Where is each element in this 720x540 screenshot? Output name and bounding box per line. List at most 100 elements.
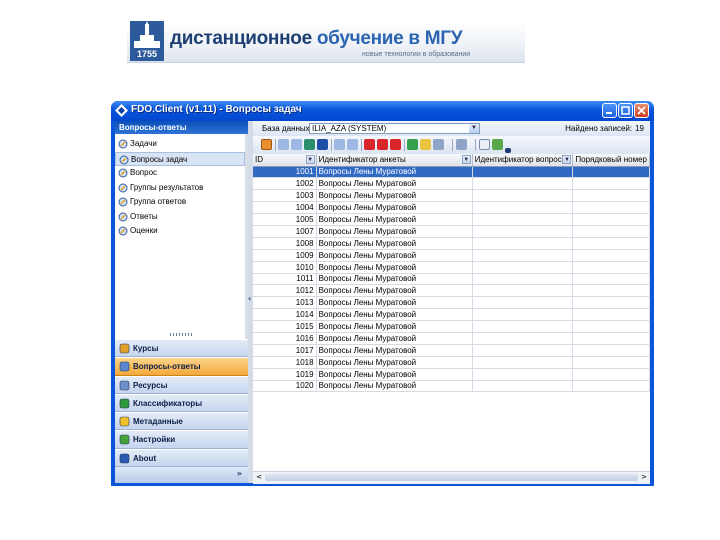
cell-question-id[interactable]: [472, 189, 574, 203]
scroll-thumb[interactable]: [265, 474, 638, 481]
cell-id[interactable]: 1005: [253, 213, 317, 226]
toolbar-overflow-icon[interactable]: [505, 148, 511, 153]
cell-survey-id[interactable]: Вопросы Лены Муратовой: [316, 189, 473, 203]
cell-id[interactable]: 1011: [253, 273, 317, 286]
cell-id[interactable]: 1020: [253, 380, 317, 393]
table-row[interactable]: 1014 Вопросы Лены Муратовой: [253, 308, 650, 322]
table-row[interactable]: 1004 Вопросы Лены Муратовой: [253, 201, 650, 215]
chevron-right-icon[interactable]: »: [237, 469, 242, 478]
delete-record-icon[interactable]: [390, 139, 401, 150]
cell-id[interactable]: 1019: [253, 368, 317, 381]
nav-button[interactable]: Настройки: [115, 430, 248, 449]
cell-question-id[interactable]: [472, 225, 574, 238]
refresh-icon[interactable]: [407, 139, 418, 150]
cell-id[interactable]: 1007: [253, 225, 317, 238]
cell-order-number[interactable]: [572, 237, 650, 250]
cell-question-id[interactable]: [472, 284, 574, 298]
scroll-left-icon[interactable]: <: [254, 473, 264, 482]
cell-survey-id[interactable]: Вопросы Лены Муратовой: [316, 177, 473, 191]
column-header-question-id[interactable]: Идентификатор вопроса ▼: [472, 154, 574, 167]
cell-id[interactable]: 1010: [253, 261, 317, 274]
database-select[interactable]: ILIA_AZA (SYSTEM) ▼: [309, 123, 480, 134]
cell-order-number[interactable]: [572, 380, 650, 393]
column-header-survey-id[interactable]: Идентификатор анкеты ▼: [316, 154, 473, 167]
prev-record-icon[interactable]: [291, 139, 302, 150]
first-record-icon[interactable]: [278, 139, 289, 150]
cell-question-id[interactable]: [472, 356, 574, 369]
cell-order-number[interactable]: [572, 273, 650, 286]
report-icon[interactable]: [479, 139, 490, 150]
table-row[interactable]: 1002 Вопросы Лены Муратовой: [253, 177, 650, 191]
cell-survey-id[interactable]: Вопросы Лены Муратовой: [316, 368, 473, 381]
cell-question-id[interactable]: [472, 368, 574, 381]
cell-survey-id[interactable]: Вопросы Лены Муратовой: [316, 332, 473, 345]
cell-survey-id[interactable]: Вопросы Лены Муратовой: [316, 273, 473, 286]
table-row[interactable]: 1008 Вопросы Лены Муратовой: [253, 237, 650, 250]
nav-button[interactable]: About: [115, 448, 248, 468]
cell-survey-id[interactable]: Вопросы Лены Муратовой: [316, 166, 473, 179]
export-icon[interactable]: [492, 139, 503, 150]
cell-question-id[interactable]: [472, 201, 574, 215]
cell-question-id[interactable]: [472, 273, 574, 286]
cell-id[interactable]: 1009: [253, 249, 317, 262]
cancel-edit-icon[interactable]: [347, 139, 358, 150]
stop-icon[interactable]: [261, 139, 272, 150]
table-row[interactable]: 1009 Вопросы Лены Муратовой: [253, 249, 650, 262]
filter-dropdown-icon[interactable]: ▼: [461, 155, 471, 164]
nav-button[interactable]: Ресурсы: [115, 375, 248, 394]
cell-question-id[interactable]: [472, 296, 574, 310]
add-record-icon[interactable]: [364, 139, 375, 150]
cell-id[interactable]: 1004: [253, 201, 317, 215]
print-icon[interactable]: [456, 139, 467, 150]
nav-button[interactable]: Метаданные: [115, 412, 248, 431]
cell-order-number[interactable]: [572, 225, 650, 238]
horizontal-scrollbar[interactable]: < >: [253, 471, 650, 484]
tree-item[interactable]: Вопросы задач: [115, 151, 245, 166]
cell-order-number[interactable]: [572, 332, 650, 345]
collapse-arrow-icon[interactable]: ‹: [248, 294, 251, 303]
cell-id[interactable]: 1018: [253, 356, 317, 369]
cell-order-number[interactable]: [572, 166, 650, 179]
cell-survey-id[interactable]: Вопросы Лены Муратовой: [316, 344, 473, 357]
cell-id[interactable]: 1008: [253, 237, 317, 250]
cell-order-number[interactable]: [572, 249, 650, 262]
table-row[interactable]: 1017 Вопросы Лены Муратовой: [253, 344, 650, 357]
cell-survey-id[interactable]: Вопросы Лены Муратовой: [316, 213, 473, 226]
table-row[interactable]: 1010 Вопросы Лены Муратовой: [253, 261, 650, 274]
tree-item[interactable]: Оценки: [115, 224, 245, 239]
cell-id[interactable]: 1016: [253, 332, 317, 345]
cell-survey-id[interactable]: Вопросы Лены Муратовой: [316, 237, 473, 250]
cell-order-number[interactable]: [572, 308, 650, 322]
cell-order-number[interactable]: [572, 213, 650, 226]
cell-order-number[interactable]: [572, 296, 650, 310]
cell-question-id[interactable]: [472, 249, 574, 262]
filter-dropdown-icon[interactable]: ▼: [562, 155, 572, 164]
cell-survey-id[interactable]: Вопросы Лены Муратовой: [316, 249, 473, 262]
cell-id[interactable]: 1003: [253, 189, 317, 203]
filter-icon[interactable]: [433, 139, 444, 150]
cell-question-id[interactable]: [472, 380, 574, 393]
table-row[interactable]: 1001 Вопросы Лены Муратовой: [253, 166, 650, 179]
cell-question-id[interactable]: [472, 332, 574, 345]
cell-question-id[interactable]: [472, 177, 574, 191]
tree-item[interactable]: Задачи: [115, 137, 245, 152]
cell-id[interactable]: 1001: [253, 166, 317, 179]
tree-item[interactable]: Ответы: [115, 210, 245, 225]
cell-survey-id[interactable]: Вопросы Лены Муратовой: [316, 296, 473, 310]
cell-order-number[interactable]: [572, 284, 650, 298]
cell-order-number[interactable]: [572, 344, 650, 357]
cell-question-id[interactable]: [472, 308, 574, 322]
cell-order-number[interactable]: [572, 177, 650, 191]
column-header-id[interactable]: ID ▼: [253, 154, 317, 167]
table-row[interactable]: 1016 Вопросы Лены Муратовой: [253, 332, 650, 345]
insert-record-icon[interactable]: [377, 139, 388, 150]
cell-order-number[interactable]: [572, 320, 650, 333]
filter-dropdown-icon[interactable]: ▼: [305, 155, 315, 164]
table-row[interactable]: 1015 Вопросы Лены Муратовой: [253, 320, 650, 333]
cell-question-id[interactable]: [472, 261, 574, 274]
close-button[interactable]: [634, 103, 649, 118]
table-row[interactable]: 1011 Вопросы Лены Муратовой: [253, 273, 650, 286]
table-row[interactable]: 1018 Вопросы Лены Муратовой: [253, 356, 650, 369]
table-row[interactable]: 1003 Вопросы Лены Муратовой: [253, 189, 650, 203]
cell-survey-id[interactable]: Вопросы Лены Муратовой: [316, 284, 473, 298]
